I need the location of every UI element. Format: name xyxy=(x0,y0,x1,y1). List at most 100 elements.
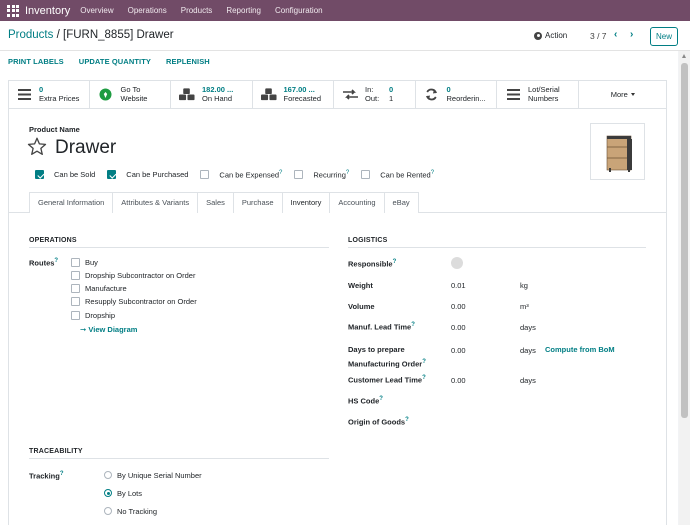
help-tooltip-icon[interactable]: ? xyxy=(431,170,434,176)
breadcrumb-current: [FURN_8855] Drawer xyxy=(63,29,174,41)
route-buy[interactable]: Buy xyxy=(71,258,98,267)
customer-lead-time-unit: days xyxy=(520,376,536,385)
route-resupply-subcontractor-checkbox[interactable] xyxy=(71,297,80,306)
product-name-field[interactable]: Drawer xyxy=(55,137,116,159)
manuf-lead-time-field[interactable]: 0.00 xyxy=(451,323,466,332)
go-to-label: Go To xyxy=(120,85,141,94)
extra-prices-value: 0 xyxy=(39,85,44,94)
view-diagram-label: View Diagram xyxy=(88,325,138,334)
more-dropdown[interactable]: More xyxy=(579,80,668,108)
help-tooltip-icon[interactable]: ? xyxy=(54,258,58,264)
origin-of-goods-label: Origin of Goods? xyxy=(348,417,409,427)
traceability-section-title: TRACEABILITY xyxy=(29,448,83,455)
manuf-lead-time-label: Manuf. Lead Time? xyxy=(348,322,415,332)
update-quantity-button[interactable]: UPDATE QUANTITY xyxy=(79,57,151,66)
lot-serial-label: Lot/Serial xyxy=(528,85,560,94)
weight-field[interactable]: 0.01 xyxy=(451,281,466,290)
tab-purchase[interactable]: Purchase xyxy=(232,192,283,213)
star-favorite-icon[interactable] xyxy=(27,137,47,158)
scroll-up-icon[interactable] xyxy=(682,54,686,58)
route-dropship-subcontractor-checkbox[interactable] xyxy=(71,271,80,280)
traceability-divider xyxy=(29,458,329,459)
recurring-checkbox[interactable] xyxy=(294,170,304,180)
control-panel: Products / [FURN_8855] Drawer Action 3 /… xyxy=(0,21,690,51)
apps-menu-icon[interactable] xyxy=(6,4,20,18)
route-resupply-subcontractor[interactable]: Resupply Subcontractor on Order xyxy=(71,297,197,306)
tracking-none-radio[interactable] xyxy=(104,507,112,515)
help-tooltip-icon[interactable]: ? xyxy=(422,359,426,365)
help-tooltip-icon[interactable]: ? xyxy=(346,170,349,176)
pager-next-icon[interactable]: › xyxy=(630,29,633,40)
help-tooltip-icon[interactable]: ? xyxy=(405,417,409,423)
reordering-rules-button[interactable]: 0 Reorderin... xyxy=(416,80,497,108)
can-be-sold-checkbox[interactable] xyxy=(35,170,44,180)
tab-sales[interactable]: Sales xyxy=(197,192,234,213)
help-tooltip-icon[interactable]: ? xyxy=(379,396,383,402)
breadcrumb-products[interactable]: Products xyxy=(8,29,53,41)
tracking-lots-label: By Lots xyxy=(117,489,143,498)
tracking-lots-radio[interactable] xyxy=(104,489,112,497)
menu-products[interactable]: Products xyxy=(181,6,213,15)
menu-configuration[interactable]: Configuration xyxy=(275,6,323,15)
tab-ebay[interactable]: eBay xyxy=(383,192,419,213)
extra-prices-button[interactable]: 0 Extra Prices xyxy=(8,80,90,108)
compute-from-bom-button[interactable]: Compute from BoM xyxy=(545,345,615,354)
tracking-serial-label: By Unique Serial Number xyxy=(117,471,202,480)
print-labels-button[interactable]: PRINT LABELS xyxy=(8,57,64,66)
tab-accounting[interactable]: Accounting xyxy=(329,192,385,213)
more-label: More xyxy=(610,89,628,99)
can-be-purchased-checkbox[interactable] xyxy=(107,170,117,180)
caret-down-icon xyxy=(630,92,635,96)
forecasted-value: 167.00 ... xyxy=(283,85,315,94)
help-tooltip-icon[interactable]: ? xyxy=(411,322,415,328)
customer-lead-time-label: Customer Lead Time? xyxy=(348,375,426,385)
refresh-icon xyxy=(424,87,440,101)
tracking-serial-radio[interactable] xyxy=(104,471,112,479)
menu-operations[interactable]: Operations xyxy=(128,6,167,15)
help-tooltip-icon[interactable]: ? xyxy=(422,375,426,381)
menu-overview[interactable]: Overview xyxy=(80,6,113,15)
help-tooltip-icon[interactable]: ? xyxy=(393,259,397,265)
replenish-button[interactable]: REPLENISH xyxy=(166,57,210,66)
route-dropship-checkbox[interactable] xyxy=(71,311,80,320)
in-out-button[interactable]: In: 0 Out: 1 xyxy=(334,80,416,108)
cubes-icon xyxy=(260,87,277,101)
help-tooltip-icon[interactable]: ? xyxy=(279,170,282,176)
lot-serial-numbers-button[interactable]: Lot/Serial Numbers xyxy=(497,80,579,108)
days-to-prepare-label: Days to prepare Manufacturing Order? xyxy=(348,344,426,371)
go-to-website-button[interactable]: Go To Website xyxy=(90,80,171,108)
pager-previous-icon[interactable]: ‹ xyxy=(614,29,617,40)
action-button[interactable]: Action xyxy=(534,31,567,40)
tab-general-information[interactable]: General Information xyxy=(29,192,114,213)
vertical-scrollbar[interactable] xyxy=(679,51,690,525)
can-be-expensed-text: Can be Expensed xyxy=(219,170,280,180)
product-image[interactable] xyxy=(590,123,645,180)
tab-inventory[interactable]: Inventory xyxy=(281,192,331,213)
responsible-avatar[interactable] xyxy=(451,257,463,269)
app-name[interactable]: Inventory xyxy=(25,5,70,17)
website-label: Website xyxy=(120,94,148,103)
forecasted-button[interactable]: 167.00 ... Forecasted xyxy=(253,80,334,108)
scrollbar-thumb[interactable] xyxy=(681,63,688,418)
days-to-prepare-field[interactable]: 0.00 xyxy=(451,346,466,355)
route-manufacture[interactable]: Manufacture xyxy=(71,284,127,293)
help-tooltip-icon[interactable]: ? xyxy=(60,471,64,477)
route-dropship-subcontractor[interactable]: Dropship Subcontractor on Order xyxy=(71,271,195,280)
operations-section-title: OPERATIONS xyxy=(29,237,77,244)
exchange-icon xyxy=(342,87,358,101)
out-label: Out: xyxy=(365,94,380,103)
menu-reporting[interactable]: Reporting xyxy=(226,6,261,15)
tab-attributes-variants[interactable]: Attributes & Variants xyxy=(112,192,199,213)
smart-buttons: 0 Extra Prices Go To Website 182.00 ... On … xyxy=(8,80,667,109)
on-hand-button[interactable]: 182.00 ... On Hand xyxy=(171,80,253,108)
route-dropship[interactable]: Dropship xyxy=(71,311,115,320)
volume-field[interactable]: 0.00 xyxy=(451,302,466,311)
route-manufacture-checkbox[interactable] xyxy=(71,284,80,293)
new-button[interactable]: New xyxy=(650,27,678,46)
view-diagram-link[interactable]: ➞ View Diagram xyxy=(80,325,137,334)
pager-value[interactable]: 3 / 7 xyxy=(590,31,607,41)
can-be-rented-checkbox[interactable] xyxy=(361,170,371,180)
route-buy-checkbox[interactable] xyxy=(71,258,80,267)
customer-lead-time-field[interactable]: 0.00 xyxy=(451,376,466,385)
can-be-expensed-checkbox[interactable] xyxy=(200,170,210,180)
